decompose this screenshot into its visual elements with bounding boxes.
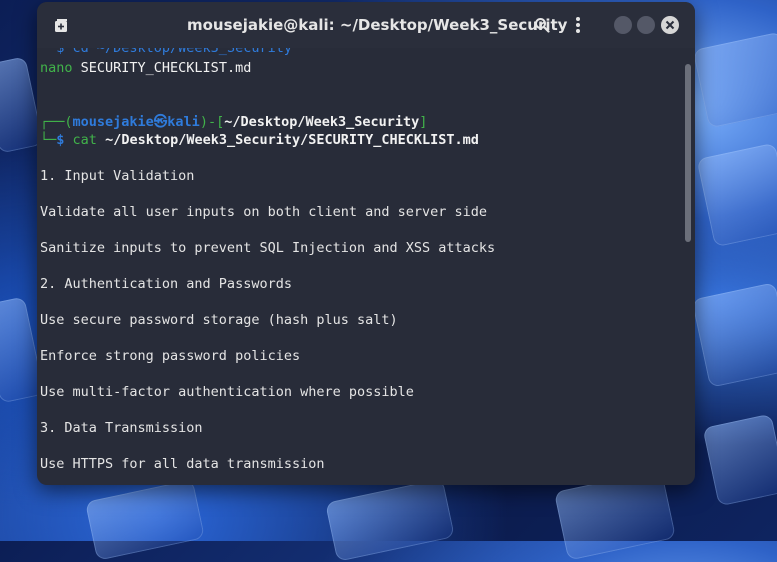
previous-command-line: nano SECURITY_CHECKLIST.md (40, 59, 251, 77)
output-line: Use HTTPS for all data transmission (40, 456, 325, 472)
minimize-button[interactable] (614, 16, 632, 34)
terminal-content[interactable]: └─$ cd ~/Desktop/Week3_Security nano SEC… (37, 48, 695, 485)
prompt-separator: )-[ (199, 114, 225, 130)
new-tab-button[interactable] (47, 12, 75, 40)
output-line: Use multi-factor authentication where po… (40, 384, 414, 400)
output-line: 2. Authentication and Passwords (40, 276, 292, 292)
maximize-button[interactable] (637, 16, 655, 34)
output-line: 1. Input Validation (40, 168, 195, 184)
wallpaper-tile (692, 31, 777, 129)
title-bar: mousejakie@kali: ~/Desktop/Week3_Securit… (37, 2, 695, 48)
wallpaper-tile (84, 479, 206, 561)
search-icon (535, 18, 550, 33)
prompt-close: ] (419, 114, 428, 130)
prompt-open: ┌──( (40, 114, 73, 130)
terminal-window: mousejakie@kali: ~/Desktop/Week3_Securit… (37, 2, 695, 485)
command-args: ~/Desktop/Week3_Security/SECURITY_CHECKL… (96, 132, 479, 148)
output-line: Enforce strong password policies (40, 348, 301, 364)
command-name: cat (72, 132, 97, 148)
prompt-user-host: mousejakie㉿kali (72, 114, 200, 130)
window-title: mousejakie@kali: ~/Desktop/Week3_Securit… (187, 16, 568, 34)
previous-command-args: SECURITY_CHECKLIST.md (72, 60, 252, 76)
output-line: Use secure password storage (hash plus s… (40, 312, 398, 328)
partial-prompt-line: └─$ cd ~/Desktop/Week3_Security (40, 48, 292, 56)
previous-command: nano (40, 60, 73, 76)
kebab-menu-icon (576, 17, 580, 33)
scrollbar-thumb[interactable] (685, 64, 691, 242)
prompt-line: ┌──(mousejakie㉿kali)-[~/Desktop/Week3_Se… (40, 113, 427, 131)
command-line: └─$ cat ~/Desktop/Week3_Security/SECURIT… (40, 131, 479, 149)
output-line: Sanitize inputs to prevent SQL Injection… (40, 240, 496, 256)
new-tab-icon (55, 19, 67, 32)
output-line: 3. Data Transmission (40, 420, 203, 436)
wallpaper-tile (325, 478, 455, 562)
prompt-dollar: $ (56, 132, 65, 148)
wallpaper-tile (696, 142, 777, 248)
prompt-arrow: └─ (40, 132, 57, 148)
close-button[interactable] (661, 16, 679, 34)
wallpaper-tile (691, 282, 777, 388)
prompt-path: ~/Desktop/Week3_Security (224, 114, 420, 130)
wallpaper-tile (702, 413, 777, 507)
output-line: Validate all user inputs on both client … (40, 204, 488, 220)
search-button[interactable] (530, 13, 554, 37)
menu-button[interactable] (566, 13, 590, 37)
close-icon (665, 20, 675, 30)
